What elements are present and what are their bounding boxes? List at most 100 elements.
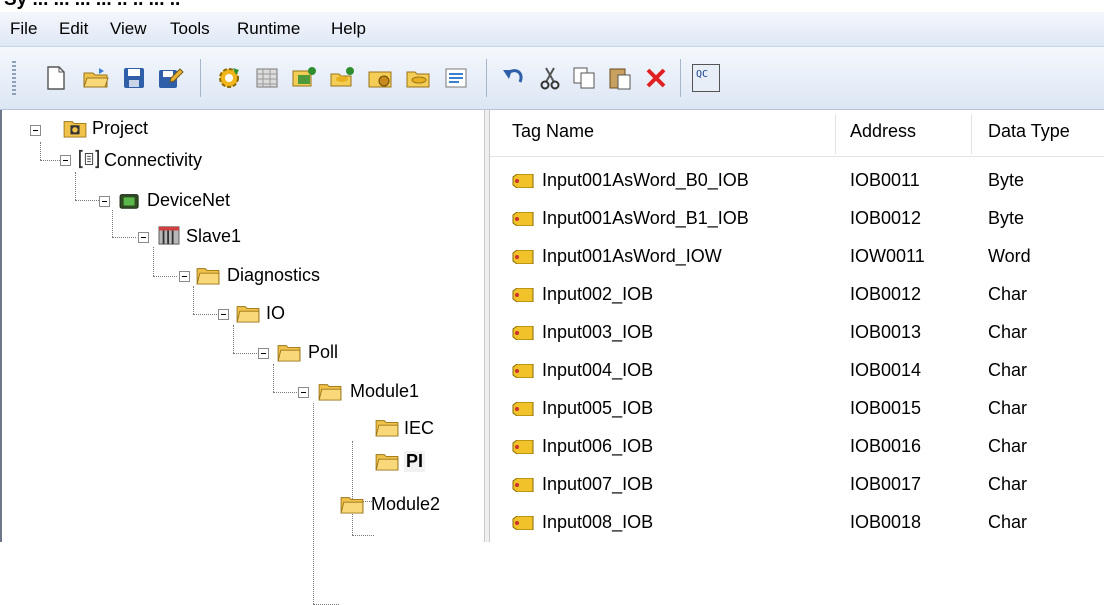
tag-icon	[512, 440, 534, 454]
collapse-toggle[interactable]	[298, 387, 309, 398]
table-row[interactable]: Input002_IOB IOB0012 Char	[490, 278, 1104, 314]
folder-icon	[236, 306, 260, 323]
cut-icon[interactable]	[536, 64, 564, 92]
connectivity-icon	[79, 149, 99, 169]
tag-name-cell: Input002_IOB	[542, 284, 654, 304]
device-config-icon[interactable]	[366, 64, 394, 92]
folder-icon	[375, 420, 399, 437]
open-folder-icon[interactable]	[82, 64, 110, 92]
address-cell: IOB0017	[850, 474, 922, 494]
collapse-toggle[interactable]	[258, 348, 269, 359]
data-type-cell: Char	[988, 474, 1028, 494]
window-caption: Sy ... ... ... ... .. .. ... ..	[4, 0, 180, 11]
column-header-data-type[interactable]: Data Type	[988, 121, 1070, 142]
tag-list[interactable]: Tag Name Address Data Type Input001AsWor…	[490, 110, 1104, 542]
collapse-toggle[interactable]	[218, 309, 229, 320]
grid-icon[interactable]	[253, 64, 281, 92]
toolbar-grip[interactable]	[12, 61, 16, 95]
address-cell: IOB0014	[850, 360, 922, 380]
tree-label: DeviceNet	[147, 190, 231, 210]
table-row[interactable]: Input007_IOB IOB0017 Char	[490, 468, 1104, 504]
save-all-icon[interactable]	[156, 64, 184, 92]
properties-icon[interactable]	[442, 64, 470, 92]
collapse-toggle[interactable]	[138, 232, 149, 243]
folder-icon	[375, 454, 399, 471]
collapse-toggle[interactable]	[179, 271, 190, 282]
tree-label: Poll	[308, 342, 339, 362]
address-cell: IOB0012	[850, 208, 922, 228]
collapse-toggle[interactable]	[99, 196, 110, 207]
menu-edit[interactable]: Edit	[59, 19, 88, 39]
address-cell: IOB0015	[850, 398, 922, 418]
table-row[interactable]: Input006_IOB IOB0016 Char	[490, 430, 1104, 466]
tag-icon	[512, 174, 534, 188]
gear-build-icon[interactable]	[215, 64, 243, 92]
table-row[interactable]: Input003_IOB IOB0013 Char	[490, 316, 1104, 352]
devicenet-icon	[119, 194, 139, 209]
project-tree[interactable]: Project Connectivity DeviceNet Slave1 Di…	[0, 110, 486, 605]
menu-view[interactable]: View	[110, 19, 147, 39]
toolbar-separator	[200, 59, 201, 97]
data-type-cell: Char	[988, 284, 1028, 304]
menu-runtime[interactable]: Runtime	[237, 19, 300, 39]
table-row[interactable]: Input004_IOB IOB0014 Char	[490, 354, 1104, 390]
tag-icon	[512, 478, 534, 492]
folder-tag-icon[interactable]	[404, 64, 432, 92]
menu-tools[interactable]: Tools	[170, 19, 210, 39]
collapse-toggle[interactable]	[30, 125, 41, 136]
tag-name-cell: Input006_IOB	[542, 436, 654, 456]
folder-icon	[318, 384, 342, 401]
table-row[interactable]: Input008_IOB IOB0018 Char	[490, 506, 1104, 542]
menu-file[interactable]: File	[10, 19, 37, 39]
tag-name-cell: Input001AsWord_B1_IOB	[542, 208, 749, 228]
save-icon[interactable]	[120, 64, 148, 92]
toolbar-separator	[680, 59, 681, 97]
window-caption-strip: Sy ... ... ... ... .. .. ... ..	[0, 0, 1104, 12]
tree-label-selected: PI	[404, 451, 426, 472]
table-row[interactable]: Input001AsWord_B1_IOB IOB0012 Byte	[490, 202, 1104, 238]
tag-name-cell: Input008_IOB	[542, 512, 654, 532]
toolbar: QC	[0, 47, 1104, 110]
copy-icon[interactable]	[570, 64, 598, 92]
table-row[interactable]: Input001AsWord_IOW IOW0011 Word	[490, 240, 1104, 276]
paste-icon[interactable]	[606, 64, 634, 92]
tag-name-cell: Input007_IOB	[542, 474, 654, 494]
data-type-cell: Word	[988, 246, 1031, 266]
address-cell: IOB0011	[850, 170, 920, 190]
folder-icon	[340, 497, 364, 514]
folder-icon	[196, 268, 220, 285]
column-divider[interactable]	[835, 114, 836, 154]
column-header-row: Tag Name Address Data Type	[490, 110, 1104, 157]
tag-icon	[512, 212, 534, 226]
address-cell: IOB0012	[850, 284, 922, 304]
tag-icon	[512, 364, 534, 378]
table-row[interactable]: Input001AsWord_B0_IOB IOB0011 Byte	[490, 164, 1104, 200]
quick-client-icon[interactable]: QC	[692, 64, 720, 92]
column-header-address[interactable]: Address	[850, 121, 916, 142]
tree-label: IO	[266, 303, 286, 323]
column-header-tag-name[interactable]: Tag Name	[512, 121, 594, 142]
data-type-cell: Char	[988, 398, 1028, 418]
data-type-cell: Char	[988, 322, 1028, 342]
tree-label: Slave1	[186, 226, 242, 246]
undo-icon[interactable]	[500, 64, 528, 92]
tag-name-cell: Input001AsWord_B0_IOB	[542, 170, 749, 190]
collapse-toggle[interactable]	[60, 155, 71, 166]
tag-icon	[512, 326, 534, 340]
tag-icon	[512, 516, 534, 530]
tag-icon	[512, 288, 534, 302]
delete-icon[interactable]	[642, 64, 670, 92]
menu-bar: File Edit View Tools Runtime Help	[0, 12, 1104, 47]
new-document-icon[interactable]	[42, 64, 70, 92]
add-folder-tag-icon[interactable]	[328, 64, 356, 92]
column-divider[interactable]	[971, 114, 972, 154]
data-type-cell: Char	[988, 436, 1028, 456]
add-device-icon[interactable]	[290, 64, 318, 92]
tag-icon	[512, 402, 534, 416]
tag-icon	[512, 250, 534, 264]
table-row[interactable]: Input005_IOB IOB0015 Char	[490, 392, 1104, 428]
tree-label: Module1	[350, 381, 420, 401]
menu-help[interactable]: Help	[331, 19, 366, 39]
tree-label: Diagnostics	[227, 265, 321, 285]
tag-name-cell: Input005_IOB	[542, 398, 654, 418]
